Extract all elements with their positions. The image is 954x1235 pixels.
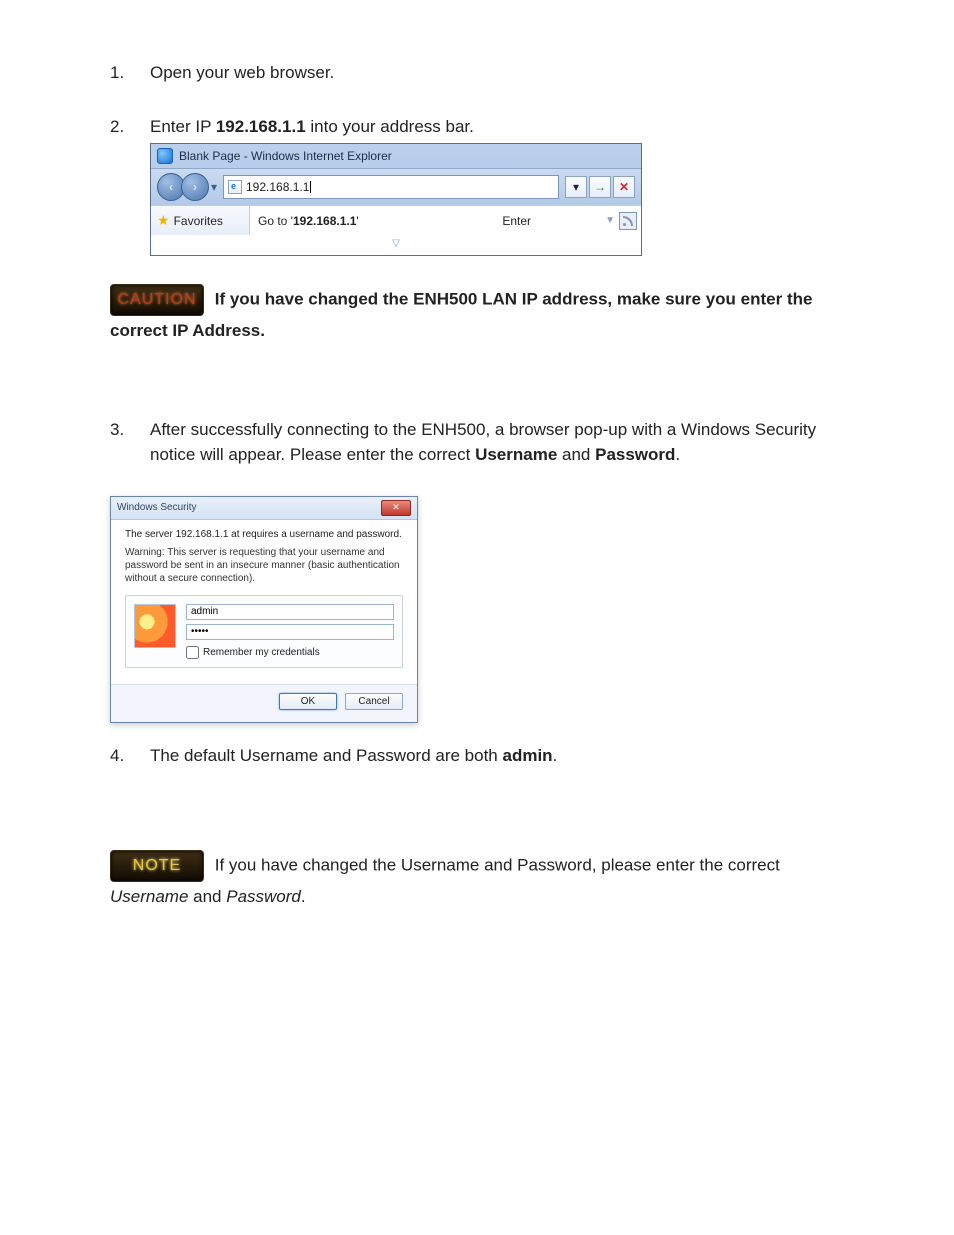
step-text: The default Username and Password are bo…: [150, 743, 844, 769]
step-number: 3.: [110, 417, 150, 468]
dialog-titlebar: Windows Security ✕: [111, 497, 417, 520]
dialog-body: The server 192.168.1.1 at requires a use…: [111, 520, 417, 684]
dialog-message: The server 192.168.1.1 at requires a use…: [125, 529, 403, 540]
step-number: 2.: [110, 114, 150, 257]
password-word: Password: [226, 887, 301, 906]
address-value: 192.168.1.1: [246, 178, 309, 196]
user-avatar-icon: [134, 604, 176, 648]
text-cursor: [310, 181, 311, 193]
stop-button[interactable]: ✕: [613, 176, 635, 198]
goto-suggestion[interactable]: Go to ' 192.168.1.1 ' Enter: [250, 206, 591, 235]
goto-ip: 192.168.1.1: [293, 212, 356, 230]
ie-icon: [157, 148, 173, 164]
username-word: Username: [475, 445, 557, 464]
dialog-title: Windows Security: [117, 502, 196, 513]
browser-screenshot: Blank Page - Windows Internet Explorer ‹…: [150, 143, 642, 256]
remember-checkbox[interactable]: [186, 646, 199, 659]
caution-callout: CAUTION If you have changed the ENH500 L…: [110, 284, 844, 347]
note-text: If you have changed the Username and Pas…: [110, 856, 780, 907]
text-pre: Enter IP: [150, 117, 216, 136]
close-button[interactable]: ✕: [381, 500, 411, 516]
suggestion-collapse[interactable]: ▽: [151, 235, 641, 255]
note-badge: NOTE: [110, 850, 204, 882]
page-icon: [228, 180, 242, 194]
star-icon: ★: [157, 210, 170, 231]
step-text: Enter IP 192.168.1.1 into your address b…: [150, 114, 844, 257]
toolbar-right: ▼: [591, 206, 641, 235]
remember-credentials[interactable]: Remember my credentials: [186, 646, 394, 659]
step-text: After successfully connecting to the ENH…: [150, 417, 844, 468]
chevron-down-icon[interactable]: ▼: [605, 213, 615, 228]
goto-pre: Go to ': [258, 212, 293, 230]
browser-titlebar: Blank Page - Windows Internet Explorer: [151, 144, 641, 168]
remember-label: Remember my credentials: [203, 647, 320, 658]
step-4: 4. The default Username and Password are…: [110, 743, 844, 769]
browser-toolbar: ‹ › ▾ 192.168.1.1 ▾ → ✕: [151, 168, 641, 205]
step-number: 4.: [110, 743, 150, 769]
step-1: 1. Open your web browser.: [110, 60, 844, 86]
credentials-panel: Remember my credentials: [125, 595, 403, 668]
ok-button[interactable]: OK: [279, 693, 337, 710]
address-dropdown-icon[interactable]: ▾: [565, 176, 587, 198]
password-word: Password: [595, 445, 675, 464]
step-number: 1.: [110, 60, 150, 86]
address-bar[interactable]: 192.168.1.1: [223, 175, 559, 199]
username-word: Username: [110, 887, 188, 906]
nav-dropdown-icon[interactable]: ▾: [209, 175, 219, 199]
go-button[interactable]: →: [589, 176, 611, 198]
password-input[interactable]: [186, 624, 394, 640]
forward-button[interactable]: ›: [181, 173, 209, 201]
goto-post: ': [356, 212, 358, 230]
ip-address: 192.168.1.1: [216, 117, 306, 136]
cancel-button[interactable]: Cancel: [345, 693, 403, 710]
text-post: into your address bar.: [306, 117, 474, 136]
step-text: Open your web browser.: [150, 60, 844, 86]
favorites-button[interactable]: ★ Favorites: [151, 206, 250, 235]
username-input[interactable]: [186, 604, 394, 620]
step-2: 2. Enter IP 192.168.1.1 into your addres…: [110, 114, 844, 257]
caution-text: If you have changed the ENH500 LAN IP ad…: [110, 289, 812, 340]
admin-word: admin: [502, 746, 552, 765]
dialog-button-row: OK Cancel: [111, 684, 417, 722]
step-3: 3. After successfully connecting to the …: [110, 417, 844, 468]
dialog-warning: Warning: This server is requesting that …: [125, 546, 403, 585]
address-suggestion-row: ★ Favorites Go to ' 192.168.1.1 ' Enter …: [151, 205, 641, 235]
windows-security-dialog: Windows Security ✕ The server 192.168.1.…: [110, 496, 418, 723]
caution-badge: CAUTION: [110, 284, 204, 316]
note-callout: NOTE If you have changed the Username an…: [110, 850, 844, 913]
favorites-label: Favorites: [174, 212, 223, 230]
browser-title: Blank Page - Windows Internet Explorer: [179, 147, 392, 165]
chevron-up-icon: ▽: [392, 236, 400, 251]
enter-hint: Enter: [502, 212, 531, 230]
rss-icon[interactable]: [619, 212, 637, 230]
